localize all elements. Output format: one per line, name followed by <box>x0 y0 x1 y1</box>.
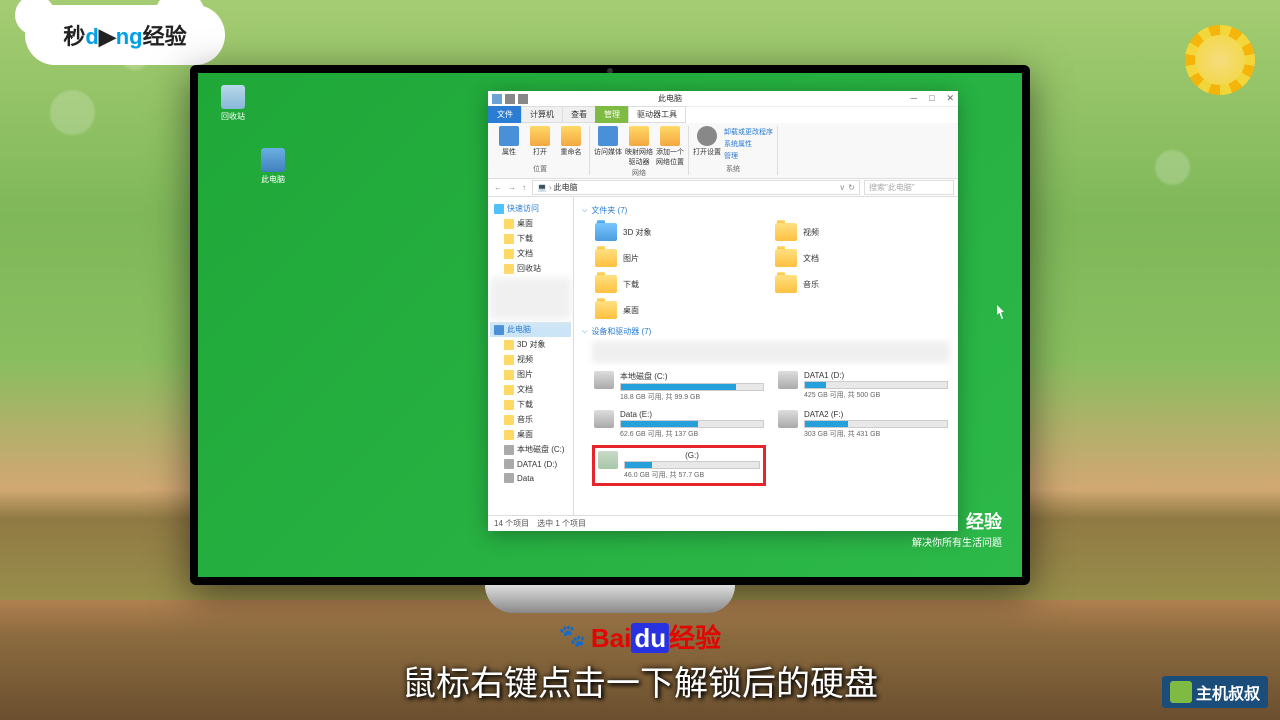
ribbon: 属性 打开 重命名 位置 访问媒体 映射网络驱动器 添加一个网络位置 网络 <box>488 123 958 179</box>
this-pc-icon[interactable]: 此电脑 <box>253 148 293 185</box>
folder-music[interactable]: 音乐 <box>772 272 950 296</box>
drive-e[interactable]: Data (E:) 62.6 GB 可用, 共 137 GB <box>592 408 766 441</box>
file-explorer-window: 此电脑 ─ □ ✕ 文件 计算机 查看 管理 驱动器工具 属性 打开 <box>488 91 958 531</box>
ribbon-manage[interactable]: 管理 <box>724 150 773 162</box>
ribbon-rename[interactable]: 重命名 <box>557 126 585 157</box>
drive-d[interactable]: DATA1 (D:) 425 GB 可用, 共 500 GB <box>776 369 950 404</box>
folder-downloads[interactable]: 下载 <box>592 272 770 296</box>
tab-drivetools[interactable]: 驱动器工具 <box>628 106 686 123</box>
drives-header[interactable]: 设备和驱动器 (7) <box>582 322 950 341</box>
minimize-button[interactable]: ─ <box>911 93 917 104</box>
address-bar: ← → ↑ 💻›此电脑 v↻ 搜索"此电脑" <box>488 179 958 197</box>
sb-dl[interactable]: 下载 <box>490 397 571 412</box>
tab-view[interactable]: 查看 <box>562 106 596 123</box>
search-input[interactable]: 搜索"此电脑" <box>864 180 954 195</box>
ribbon-properties[interactable]: 属性 <box>495 126 523 157</box>
ribbon-mapnet[interactable]: 映射网络驱动器 <box>625 126 653 167</box>
nav-pane: 快速访问 桌面 下载 文档 回收站 此电脑 3D 对象 视频 图片 文档 下载 … <box>488 197 574 515</box>
nav-fwd[interactable]: → <box>506 183 518 192</box>
close-button[interactable]: ✕ <box>946 93 954 104</box>
drive-f[interactable]: DATA2 (F:) 303 GB 可用, 共 431 GB <box>776 408 950 441</box>
nav-up[interactable]: ↑ <box>520 183 528 192</box>
drive-c[interactable]: 本地磁盘 (C:) 18.8 GB 可用, 共 99.9 GB <box>592 369 766 404</box>
sb-data1[interactable]: DATA1 (D:) <box>490 457 571 471</box>
locked-drive-icon <box>598 451 618 469</box>
sb-recycle[interactable]: 回收站 <box>490 261 571 276</box>
folder-3d[interactable]: 3D 对象 <box>592 220 770 244</box>
screen-watermark: 经验 解决你所有生活问题 <box>912 508 1002 549</box>
ribbon-media[interactable]: 访问媒体 <box>594 126 622 157</box>
title-bar[interactable]: 此电脑 ─ □ ✕ <box>488 91 958 107</box>
sb-music[interactable]: 音乐 <box>490 412 571 427</box>
sb-downloads[interactable]: 下载 <box>490 231 571 246</box>
ribbon-sysprops[interactable]: 系统属性 <box>724 138 773 150</box>
miaodong-logo: 秒d▶ng经验 <box>25 5 225 65</box>
folder-videos[interactable]: 视频 <box>772 220 950 244</box>
monitor-frame: 回收站 此电脑 此电脑 ─ □ ✕ 文件 计算机 查看 管理 驱动器工具 <box>190 65 1030 585</box>
sb-3d[interactable]: 3D 对象 <box>490 337 571 352</box>
content-pane[interactable]: 文件夹 (7) 3D 对象 视频 图片 文档 下载 音乐 桌面 设备和驱动器 (… <box>574 197 958 515</box>
drive-icon <box>594 371 614 389</box>
ribbon-open[interactable]: 打开 <box>526 126 554 157</box>
sun-decoration <box>1185 25 1255 95</box>
ribbon-addloc[interactable]: 添加一个网络位置 <box>656 126 684 167</box>
drive-g-highlighted[interactable]: (G:) 46.0 GB 可用, 共 57.7 GB <box>592 445 766 486</box>
sb-desktop[interactable]: 桌面 <box>490 216 571 231</box>
sb-quick[interactable]: 快速访问 <box>490 201 571 216</box>
ribbon-uninstall[interactable]: 卸载或更改程序 <box>724 126 773 138</box>
nav-back[interactable]: ← <box>492 183 504 192</box>
status-bar: 14 个项目 选中 1 个项目 <box>488 515 958 531</box>
sb-desk[interactable]: 桌面 <box>490 427 571 442</box>
ribbon-tabs: 文件 计算机 查看 管理 驱动器工具 <box>488 107 958 123</box>
folders-header[interactable]: 文件夹 (7) <box>582 201 950 220</box>
sb-pictures[interactable]: 图片 <box>490 367 571 382</box>
tab-computer[interactable]: 计算机 <box>521 106 563 123</box>
video-subtitle: 鼠标右键点击一下解锁后的硬盘 <box>402 656 878 705</box>
sb-documents[interactable]: 文档 <box>490 246 571 261</box>
breadcrumb[interactable]: 💻›此电脑 v↻ <box>532 180 860 195</box>
folder-pictures[interactable]: 图片 <box>592 246 770 270</box>
paw-icon <box>559 623 587 651</box>
tab-file[interactable]: 文件 <box>488 106 522 123</box>
mouse-cursor <box>997 305 1007 319</box>
avatar-icon <box>1170 681 1192 703</box>
sb-data[interactable]: Data <box>490 471 571 485</box>
ribbon-settings[interactable]: 打开设置 <box>693 126 721 157</box>
folder-desktop[interactable]: 桌面 <box>592 298 770 322</box>
channel-logo: 主机叔叔 <box>1162 676 1268 708</box>
window-title: 此电脑 <box>528 93 911 104</box>
sb-docs[interactable]: 文档 <box>490 382 571 397</box>
sb-localc[interactable]: 本地磁盘 (C:) <box>490 442 571 457</box>
folder-documents[interactable]: 文档 <box>772 246 950 270</box>
tab-manage[interactable]: 管理 <box>595 106 629 123</box>
desktop-screen[interactable]: 回收站 此电脑 此电脑 ─ □ ✕ 文件 计算机 查看 管理 驱动器工具 <box>198 73 1022 577</box>
sb-videos[interactable]: 视频 <box>490 352 571 367</box>
baidu-logo: Baidu经验 <box>559 618 721 655</box>
maximize-button[interactable]: □ <box>929 93 934 104</box>
sb-thispc[interactable]: 此电脑 <box>490 322 571 337</box>
recycle-bin-icon[interactable]: 回收站 <box>213 85 253 122</box>
